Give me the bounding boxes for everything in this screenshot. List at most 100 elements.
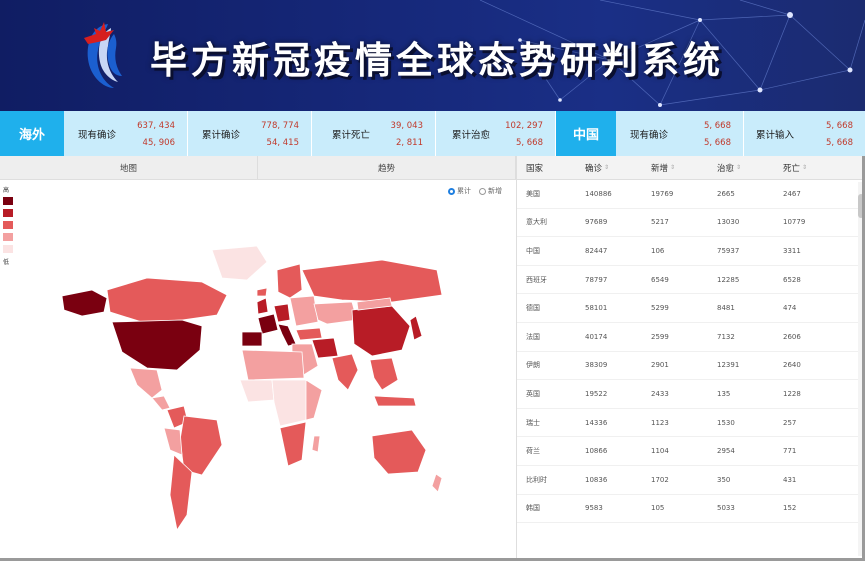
col-deaths[interactable]: 死亡 ⇕ — [783, 156, 853, 179]
stat-value-b: 5, 668 — [703, 138, 731, 148]
cell-country: 伊朗 — [526, 361, 540, 370]
cell-new: 5299 — [651, 304, 669, 313]
table-row[interactable]: 英国 19522 2433 135 1228 — [517, 380, 865, 409]
cell-new: 105 — [651, 504, 665, 513]
col-recovered[interactable]: 治愈 ⇕ — [717, 156, 783, 179]
col-new[interactable]: 新增 ⇕ — [651, 156, 717, 179]
stat-label: 现有确诊 — [630, 130, 669, 141]
legend-swatch — [3, 197, 13, 205]
cell-deaths: 431 — [783, 475, 797, 484]
region-madagascar — [311, 435, 321, 453]
cell-deaths: 152 — [783, 504, 797, 513]
stat-value-china: 54, 415 — [266, 138, 299, 148]
page-title: 毕方新冠疫情全球态势研判系统 — [150, 39, 724, 82]
cell-new: 1123 — [651, 418, 669, 427]
table-row[interactable]: 荷兰 10866 1104 2954 771 — [517, 437, 865, 466]
cell-deaths: 10779 — [783, 218, 806, 227]
table-row[interactable]: 西班牙 78797 6549 12285 6528 — [517, 266, 865, 295]
stat-value-china: 5, 668 — [515, 138, 543, 148]
cell-confirmed: 58101 — [585, 304, 608, 313]
stat-china-current: 现有确诊 5, 668 5, 668 — [616, 111, 744, 156]
region-southeast-asia — [369, 357, 399, 391]
cell-country: 比利时 — [526, 475, 547, 484]
cell-recovered: 2665 — [717, 189, 735, 198]
region-usa — [111, 319, 203, 371]
legend-low-label: 低 — [3, 259, 10, 266]
sort-icon: ⇕ — [736, 164, 742, 171]
region-overseas[interactable]: 海外 — [0, 111, 64, 156]
cell-recovered: 12285 — [717, 275, 740, 284]
stat-value-a: 5, 668 — [703, 121, 731, 131]
region-china — [351, 305, 411, 357]
tab-map[interactable]: 地图 — [0, 156, 258, 179]
table-header: 国家 确诊 ⇕ 新增 ⇕ 治愈 ⇕ 死亡 ⇕ — [517, 156, 865, 180]
region-iceland — [256, 287, 268, 297]
stat-value-china: 2, 811 — [395, 138, 423, 148]
col-confirmed[interactable]: 确诊 ⇕ — [585, 156, 651, 179]
cell-recovered: 75937 — [717, 246, 740, 255]
region-china[interactable]: 中国 — [556, 111, 616, 156]
region-iran — [311, 337, 339, 359]
table-row[interactable]: 韩国 9583 105 5033 152 — [517, 495, 865, 524]
stat-label: 累计死亡 — [332, 130, 371, 141]
stat-total-confirmed: 累计确诊 778, 774 54, 415 — [188, 111, 312, 156]
sort-icon: ⇕ — [802, 164, 808, 171]
cell-country: 美国 — [526, 189, 540, 198]
table-row[interactable]: 伊朗 38309 2901 12391 2640 — [517, 352, 865, 381]
cell-country: 韩国 — [526, 504, 540, 513]
region-peru — [163, 427, 183, 456]
map-panel: 地图 趋势 累计 新增 高 低 — [0, 156, 516, 561]
table-row[interactable]: 中国 82447 106 75937 3311 — [517, 237, 865, 266]
radio-new[interactable]: 新增 — [479, 186, 502, 196]
cell-new: 106 — [651, 246, 665, 255]
col-label: 国家 — [526, 163, 544, 174]
table-row[interactable]: 美国 140886 19769 2665 2467 — [517, 180, 865, 209]
cell-confirmed: 78797 — [585, 275, 608, 284]
radio-cumulative[interactable]: 累计 — [448, 186, 471, 196]
stat-value-b: 5, 668 — [825, 138, 853, 148]
cell-confirmed: 38309 — [585, 361, 608, 370]
region-eastern-europe — [289, 295, 319, 327]
cell-recovered: 12391 — [717, 361, 740, 370]
region-uk — [256, 297, 269, 315]
region-new-zealand — [431, 473, 443, 493]
legend-high-label: 高 — [3, 187, 10, 194]
stat-value-china: 45, 906 — [142, 138, 175, 148]
stat-label: 累计治愈 — [452, 130, 491, 141]
region-spain — [241, 331, 263, 347]
table-row[interactable]: 德国 58101 5299 8481 474 — [517, 294, 865, 323]
cell-country: 意大利 — [526, 218, 547, 227]
table-row[interactable]: 意大利 97689 5217 13030 10779 — [517, 209, 865, 238]
cell-country: 瑞士 — [526, 418, 540, 427]
stat-value-overseas: 102, 297 — [505, 121, 543, 131]
cell-new: 6549 — [651, 275, 669, 284]
table-row[interactable]: 比利时 10836 1702 350 431 — [517, 466, 865, 495]
cell-new: 1702 — [651, 475, 669, 484]
stat-total-recovered: 累计治愈 102, 297 5, 668 — [436, 111, 556, 156]
region-australia — [371, 429, 427, 475]
stat-label: 累计输入 — [756, 130, 795, 141]
radio-label: 新增 — [488, 187, 502, 195]
cell-new: 5217 — [651, 218, 669, 227]
cell-recovered: 5033 — [717, 504, 735, 513]
region-russia — [301, 259, 443, 303]
region-mexico — [129, 367, 163, 399]
cell-new: 2599 — [651, 332, 669, 341]
tab-trend[interactable]: 趋势 — [258, 156, 516, 179]
table-row[interactable]: 瑞士 14336 1123 1530 257 — [517, 409, 865, 438]
header-banner: 毕方新冠疫情全球态势研判系统 — [0, 0, 865, 111]
radio-label: 累计 — [457, 187, 471, 195]
legend-swatch — [3, 245, 13, 253]
region-east-africa — [305, 379, 323, 421]
cell-confirmed: 82447 — [585, 246, 608, 255]
table-row[interactable]: 法国 40174 2599 7132 2606 — [517, 323, 865, 352]
cell-confirmed: 14336 — [585, 418, 608, 427]
cell-new: 2433 — [651, 389, 669, 398]
cell-recovered: 2954 — [717, 447, 735, 456]
legend-swatch — [3, 221, 13, 229]
cell-deaths: 257 — [783, 418, 797, 427]
map-color-legend: 高 低 — [3, 185, 13, 266]
stat-total-deaths: 累计死亡 39, 043 2, 811 — [312, 111, 436, 156]
cell-new: 19769 — [651, 189, 674, 198]
world-map[interactable] — [52, 240, 452, 540]
